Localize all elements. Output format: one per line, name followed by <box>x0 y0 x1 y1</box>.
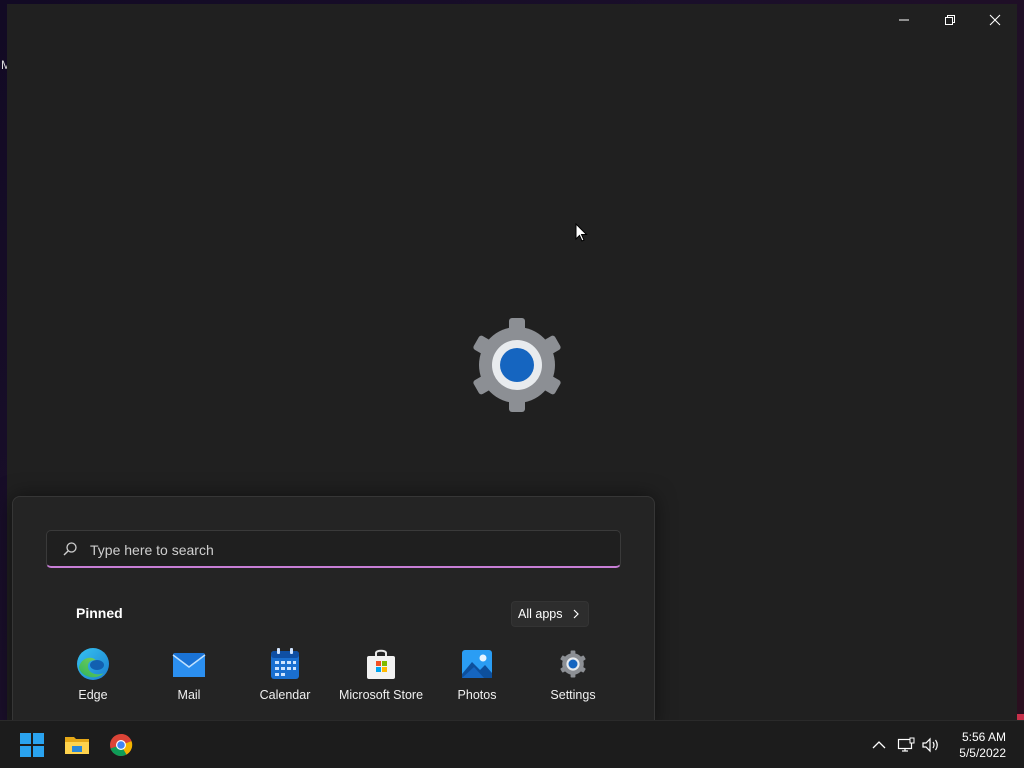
start-button[interactable] <box>12 729 52 761</box>
pinned-app-edge[interactable]: Edge <box>45 647 141 707</box>
pinned-app-settings[interactable]: Settings <box>525 647 621 707</box>
edge-icon <box>77 648 109 680</box>
close-button[interactable] <box>972 4 1018 36</box>
pinned-app-label: Settings <box>550 688 596 702</box>
store-icon <box>367 649 395 679</box>
mouse-cursor-icon <box>575 223 588 242</box>
file-explorer-icon <box>65 737 89 754</box>
pinned-app-calendar[interactable]: Calendar <box>237 647 333 707</box>
close-icon <box>989 14 1001 26</box>
pinned-app-label: Edge <box>78 688 108 702</box>
restore-icon <box>945 15 955 25</box>
search-input[interactable]: Type here to search <box>46 530 621 568</box>
pinned-app-microsoft-store[interactable]: Microsoft Store <box>333 647 429 707</box>
volume-button[interactable] <box>920 735 942 755</box>
all-apps-button[interactable]: All apps <box>511 601 589 627</box>
calendar-icon <box>271 648 299 679</box>
taskbar-file-explorer[interactable] <box>57 729 97 761</box>
chevron-right-icon <box>573 609 579 619</box>
settings-icon <box>560 650 586 678</box>
pinned-app-label: Calendar <box>259 688 311 702</box>
network-status-button[interactable] <box>895 735 917 755</box>
start-icon <box>20 733 44 757</box>
clock-date: 5/5/2022 <box>959 746 1006 760</box>
pinned-heading: Pinned <box>76 605 123 621</box>
network-icon <box>897 737 915 752</box>
minimize-button[interactable] <box>881 4 927 36</box>
taskbar: 5:56 AM 5/5/2022 <box>0 720 1024 768</box>
pinned-app-label: Photos <box>457 688 497 702</box>
search-placeholder: Type here to search <box>90 542 214 558</box>
pinned-app-mail[interactable]: Mail <box>141 647 237 707</box>
pinned-app-label: Microsoft Store <box>338 688 424 702</box>
start-menu: Type here to search Pinned All apps Edge… <box>12 496 655 730</box>
chevron-up-icon <box>872 741 886 749</box>
clock[interactable]: 5:56 AM 5/5/2022 <box>959 729 1006 761</box>
restore-button[interactable] <box>927 4 973 36</box>
taskbar-chrome[interactable] <box>101 729 141 761</box>
photos-icon <box>462 650 492 678</box>
show-hidden-icons-button[interactable] <box>868 735 890 755</box>
volume-icon <box>922 737 938 753</box>
search-icon <box>63 542 77 556</box>
chrome-icon <box>110 733 133 757</box>
pinned-app-label: Mail <box>177 688 201 702</box>
mail-icon <box>172 653 206 677</box>
pinned-app-photos[interactable]: Photos <box>429 647 525 707</box>
settings-gear-icon <box>473 318 561 412</box>
all-apps-label: All apps <box>518 607 563 621</box>
minimize-icon <box>899 19 909 21</box>
clock-time: 5:56 AM <box>961 730 1006 744</box>
